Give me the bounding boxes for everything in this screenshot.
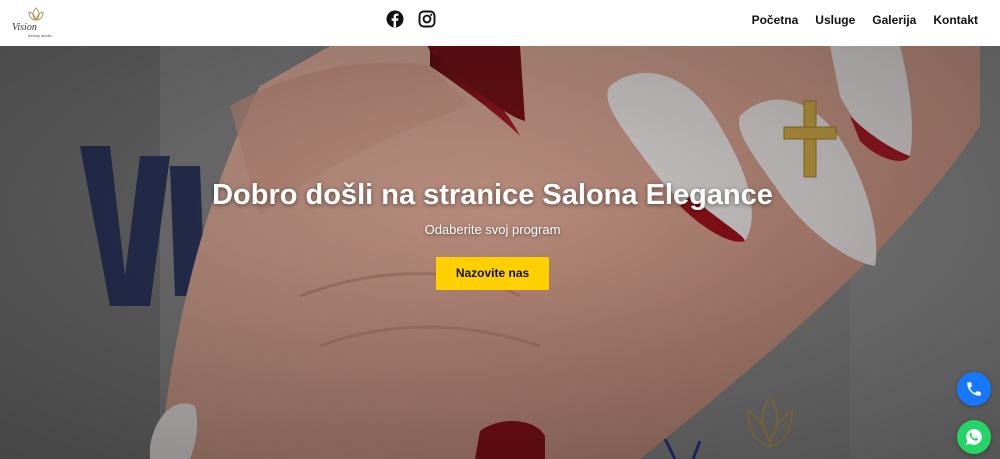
logo-subtext: beauty studio (28, 33, 53, 38)
site-header: Vision beauty studio Početna Usluge Gale… (0, 0, 1000, 46)
hero-section: Dobro došli na stranice Salona Elegance … (0, 46, 1000, 459)
call-us-button[interactable]: Nazovite nas (436, 257, 549, 290)
nav-item-galerija[interactable]: Galerija (872, 13, 916, 27)
hero-title: Dobro došli na stranice Salona Elegance (212, 179, 773, 211)
phone-icon (967, 382, 981, 396)
nav-item-kontakt[interactable]: Kontakt (933, 13, 978, 27)
facebook-link[interactable] (386, 10, 404, 28)
logo-text: Vision (12, 22, 37, 33)
phone-call-button[interactable] (957, 372, 991, 406)
whatsapp-icon (966, 429, 982, 445)
instagram-icon (418, 10, 436, 28)
main-nav: Početna Usluge Galerija Kontakt (752, 13, 978, 27)
whatsapp-button[interactable] (957, 420, 991, 454)
hero-subtitle: Odaberite svoj program (424, 222, 561, 237)
hero-content: Dobro došli na stranice Salona Elegance … (0, 179, 985, 290)
facebook-icon (386, 10, 404, 28)
logo-icon: Vision beauty studio (12, 7, 53, 38)
social-links (386, 10, 436, 28)
instagram-link[interactable] (418, 10, 436, 28)
nav-item-usluge[interactable]: Usluge (815, 13, 855, 27)
nav-item-pocetna[interactable]: Početna (752, 13, 799, 27)
logo[interactable]: Vision beauty studio (10, 4, 62, 40)
